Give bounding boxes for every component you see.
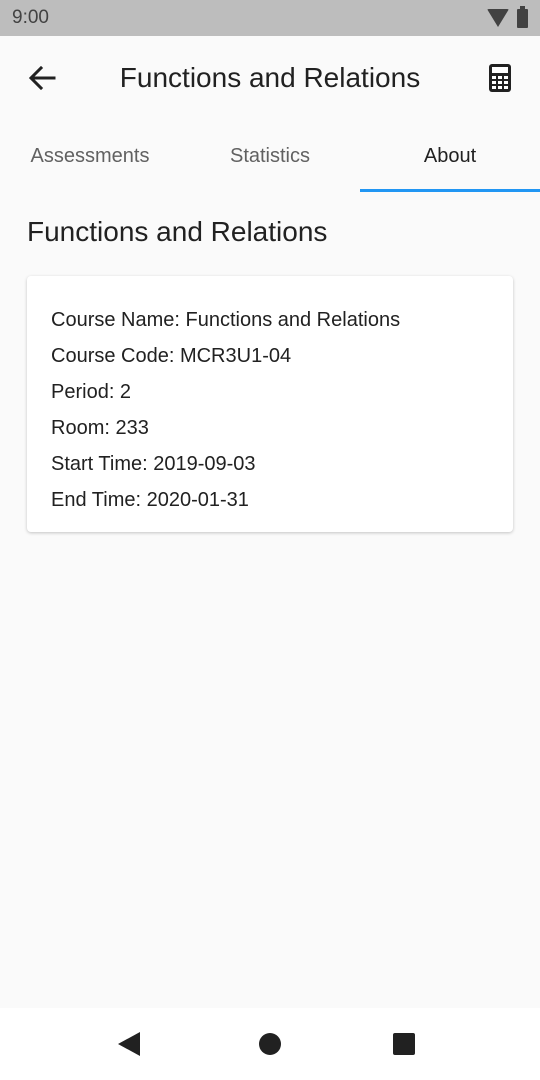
- app-bar: Functions and Relations: [0, 36, 540, 120]
- period-text: Period: 2: [51, 381, 132, 403]
- page-title: Functions and Relations: [119, 62, 421, 93]
- start-time-text: Start Time: 2019-09-03: [51, 453, 256, 475]
- tab-statistics[interactable]: Statistics: [180, 120, 360, 192]
- back-triangle-icon[interactable]: [118, 1032, 140, 1056]
- recents-square-icon[interactable]: [393, 1033, 415, 1055]
- status-bar: 9:00: [0, 0, 540, 36]
- course-name-text: Course Name: Functions and Relations: [51, 309, 401, 331]
- tab-assessments[interactable]: Assessments: [0, 120, 180, 192]
- tab-bar: Assessments Statistics About: [0, 120, 540, 192]
- end-time-text: End Time: 2020-01-31: [51, 489, 249, 511]
- battery-icon: [517, 5, 528, 28]
- tab-about[interactable]: About: [360, 120, 540, 192]
- status-icons: [487, 5, 528, 28]
- wifi-icon: [487, 9, 509, 27]
- room-text: Room: 233: [51, 417, 149, 439]
- section-heading: Functions and Relations: [27, 216, 328, 247]
- calculator-button[interactable]: [480, 58, 520, 98]
- status-time: 9:00: [12, 7, 49, 28]
- system-nav-bar: [0, 1008, 540, 1080]
- calculator-icon: [489, 64, 511, 92]
- course-details-card: Course Name: Functions and Relations Cou…: [27, 276, 513, 532]
- course-code-text: Course Code: MCR3U1-04: [51, 345, 292, 367]
- home-circle-icon[interactable]: [259, 1033, 281, 1055]
